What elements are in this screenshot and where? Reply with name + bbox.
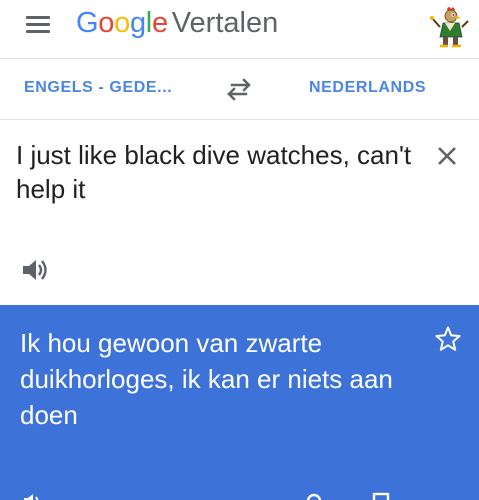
swap-arrows-icon bbox=[227, 78, 251, 101]
swap-languages-button[interactable] bbox=[225, 77, 253, 101]
logo-letter: G bbox=[76, 7, 99, 39]
google-translate-logo: Google Vertalen bbox=[76, 6, 278, 40]
logo-letter: g bbox=[129, 7, 146, 39]
save-translation-button[interactable] bbox=[434, 325, 462, 353]
app-header: Google Vertalen bbox=[0, 0, 479, 56]
search-icon bbox=[306, 493, 322, 500]
search-translation-button[interactable] bbox=[304, 491, 326, 500]
product-name: Vertalen bbox=[171, 7, 279, 39]
source-text-input[interactable]: I just like black dive watches, can't he… bbox=[16, 138, 416, 206]
close-icon bbox=[438, 147, 456, 165]
language-bar: ENGELS - GEDE... NEDERLANDS bbox=[0, 58, 479, 120]
menu-icon-line bbox=[26, 23, 50, 26]
clear-input-button[interactable] bbox=[434, 143, 460, 169]
speaker-icon bbox=[24, 494, 39, 500]
google-wordmark: Google bbox=[76, 7, 168, 39]
logo-letter: e bbox=[151, 7, 168, 39]
menu-icon[interactable] bbox=[26, 14, 52, 34]
avatar[interactable] bbox=[428, 4, 472, 48]
speaker-icon bbox=[23, 260, 47, 280]
logo-letter: o bbox=[98, 7, 115, 39]
menu-icon-line bbox=[26, 16, 50, 19]
copy-icon bbox=[372, 492, 390, 500]
menu-icon-line bbox=[26, 30, 50, 33]
copy-translation-button[interactable] bbox=[370, 491, 392, 500]
star-outline-icon bbox=[435, 326, 461, 351]
rooster-avatar-icon bbox=[430, 7, 469, 48]
listen-translation-button[interactable] bbox=[22, 491, 44, 500]
translated-text: Ik hou gewoon van zwarte duikhorloges, i… bbox=[20, 328, 393, 430]
target-language-button[interactable]: NEDERLANDS bbox=[309, 79, 426, 97]
source-language-button[interactable]: ENGELS - GEDE... bbox=[24, 79, 172, 97]
listen-source-button[interactable] bbox=[20, 256, 50, 284]
translation-result-card: Ik hou gewoon van zwarte duikhorloges, i… bbox=[0, 305, 479, 500]
logo-letter: o bbox=[114, 7, 130, 39]
